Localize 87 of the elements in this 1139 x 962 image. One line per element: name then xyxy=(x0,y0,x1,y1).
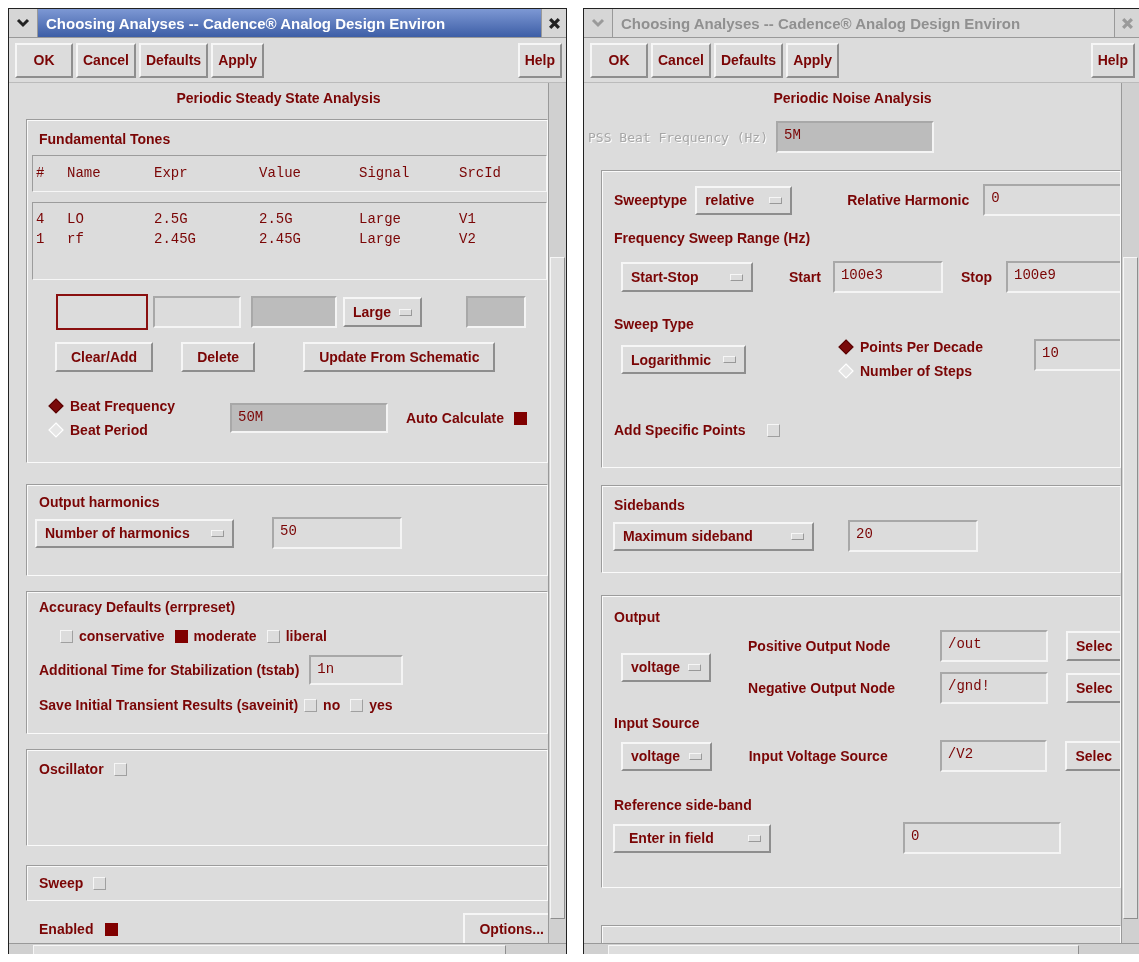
checkbox-label: Sweep xyxy=(39,875,84,891)
table-cell-text: LO xyxy=(67,211,85,227)
radio-label: Number of Steps xyxy=(860,363,972,379)
checkbox-label: Oscillator xyxy=(39,761,104,777)
field-label: Positive Output Node xyxy=(748,638,892,654)
menu-indicator-icon xyxy=(688,663,701,671)
checkbox-label: no xyxy=(323,697,341,713)
field-label: Sweeptype xyxy=(614,192,688,208)
checkbox-label: liberal xyxy=(285,628,327,644)
vertical-scrollbar[interactable] xyxy=(548,83,566,943)
table-cell-text: 1 xyxy=(36,231,46,247)
push-button[interactable]: Update From Schematic xyxy=(303,342,496,372)
section-heading: Periodic Noise Analysis xyxy=(772,89,933,108)
menu-indicator-icon xyxy=(211,529,224,537)
field-label: Relative Harmonic xyxy=(847,192,970,208)
text-field[interactable] xyxy=(466,296,527,328)
radio-button[interactable] xyxy=(48,398,64,414)
checkbox-label: conservative xyxy=(79,628,165,644)
column-header: Expr xyxy=(154,165,189,181)
chevron-down-icon[interactable] xyxy=(9,9,38,37)
menu-indicator-icon xyxy=(730,273,743,281)
push-button[interactable]: Defaults xyxy=(138,42,209,78)
field-label: Negative Output Node xyxy=(748,680,897,696)
checkbox[interactable] xyxy=(105,922,119,936)
text-field[interactable] xyxy=(251,296,337,328)
window-title: Choosing Analyses -- Cadence® Analog Design Environ xyxy=(38,9,541,37)
table-cell-text: Large xyxy=(359,231,402,247)
push-button[interactable]: Delete xyxy=(181,342,256,372)
table-cell-text: 2.5G xyxy=(154,211,189,227)
dropdown-button[interactable]: Number of harmonics xyxy=(35,518,234,548)
push-button[interactable]: Clear/Add xyxy=(55,342,154,372)
table-cell-text: 2.45G xyxy=(154,231,197,247)
text-field[interactable]: 50 xyxy=(272,517,402,549)
group-title: Accuracy Defaults (errpreset) xyxy=(39,598,236,617)
text-field[interactable]: 1n xyxy=(309,655,404,685)
table-cell: V1 xyxy=(459,211,476,227)
table-cell-text: rf xyxy=(67,231,85,247)
push-button[interactable]: Options... xyxy=(463,913,548,943)
push-button[interactable]: Help xyxy=(517,42,562,78)
text-field[interactable] xyxy=(153,296,241,328)
section-heading: Periodic Steady State Analysis xyxy=(175,89,382,108)
table-cell-text: 2.5G xyxy=(259,211,294,227)
radio-label: Beat Frequency xyxy=(70,398,176,414)
checkbox-label: Add Specific Points xyxy=(614,422,746,438)
field-label: Additional Time for Stabilization (tstab) xyxy=(39,662,300,678)
field-label: Start xyxy=(789,269,821,285)
checkbox[interactable] xyxy=(174,629,188,643)
dropdown-button[interactable]: Large xyxy=(343,297,423,327)
table-cell-text: Large xyxy=(359,211,402,227)
menu-indicator-icon xyxy=(399,308,413,316)
field-label: Auto Calculate xyxy=(406,410,504,426)
checkbox[interactable] xyxy=(514,411,527,425)
menu-indicator-icon xyxy=(723,356,736,363)
field-label: Input Voltage Source xyxy=(748,748,889,764)
checkbox-label: yes xyxy=(369,697,393,713)
field-label: Save Initial Transient Results (saveinit) xyxy=(39,697,299,713)
group-title: Fundamental Tones xyxy=(39,130,171,149)
table-cell-text: 2.45G xyxy=(259,231,302,247)
group-title: Output harmonics xyxy=(39,493,160,512)
push-button[interactable]: Apply xyxy=(211,42,265,78)
group-title: Frequency Sweep Range (Hz) xyxy=(614,229,811,248)
push-button[interactable]: Cancel xyxy=(76,42,136,78)
group-title: Sweep Type xyxy=(614,315,694,334)
push-button[interactable]: OK xyxy=(15,42,73,78)
group-title: Sidebands xyxy=(614,496,685,515)
column-header: Signal xyxy=(359,165,411,181)
table-cell-text: 4 xyxy=(36,211,46,227)
column-header: SrcId xyxy=(459,165,501,181)
text-field[interactable]: 50M xyxy=(230,403,388,433)
close-icon[interactable] xyxy=(541,9,566,37)
menu-indicator-icon xyxy=(769,196,783,204)
radio-label: Beat Period xyxy=(70,422,148,438)
group-title: Reference side-band xyxy=(614,796,752,815)
column-header: # xyxy=(36,165,46,181)
menu-indicator-icon xyxy=(791,532,804,540)
table-cell: V2 xyxy=(459,231,476,247)
text-field[interactable] xyxy=(56,294,148,330)
field-label: Stop xyxy=(960,269,992,285)
column-header: Name xyxy=(67,165,102,181)
checkbox-label: Enabled xyxy=(39,921,94,937)
menu-indicator-icon xyxy=(688,752,702,760)
column-header: Value xyxy=(259,165,302,181)
group-title: Input Source xyxy=(614,714,700,733)
menu-indicator-icon xyxy=(748,834,761,842)
group-title: Output xyxy=(614,608,660,627)
checkbox-label: moderate xyxy=(193,628,257,644)
radio-label: Points Per Decade xyxy=(860,339,983,355)
